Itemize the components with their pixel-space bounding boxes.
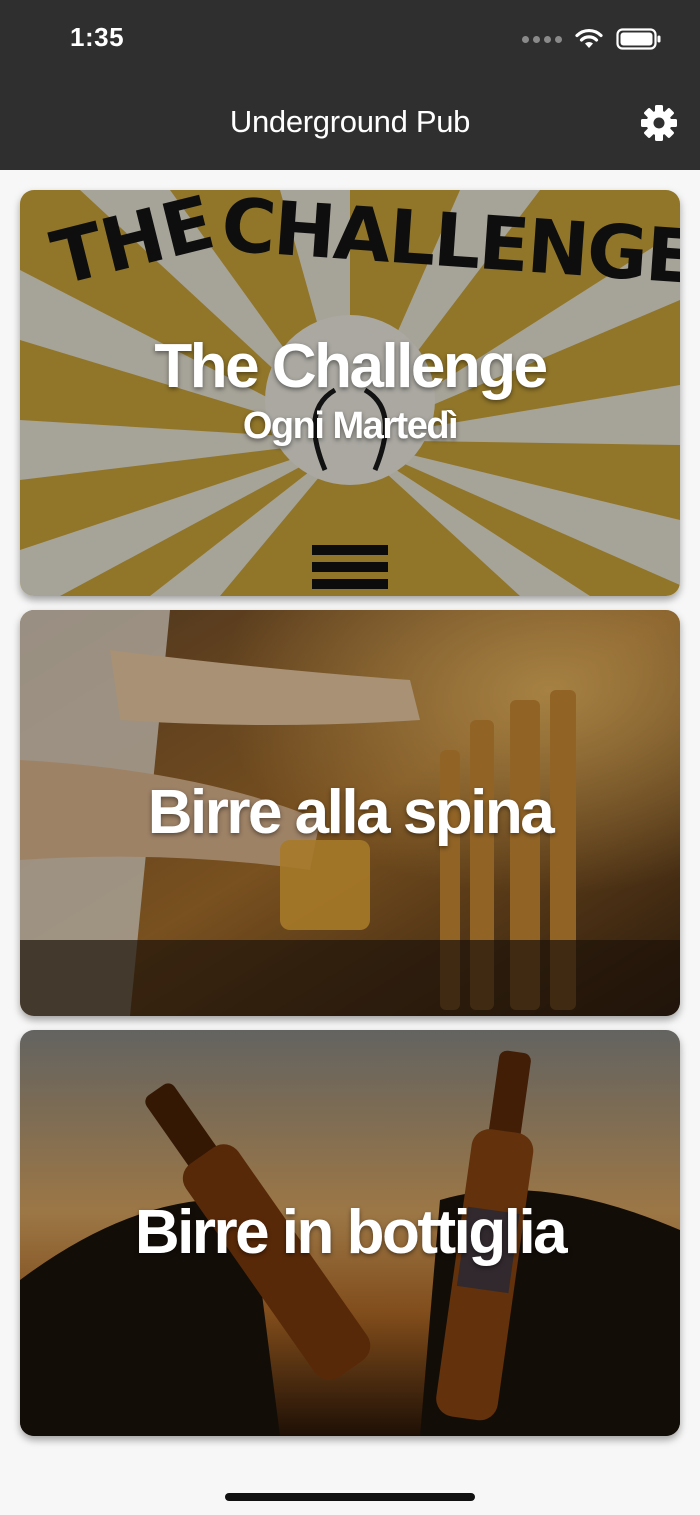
- card-text: The Challenge Ogni Martedì: [20, 190, 680, 596]
- page-title: Underground Pub: [229, 104, 471, 139]
- navigation-bar: Underground Pub: [0, 80, 700, 170]
- cellular-signal-icon: [522, 35, 562, 43]
- wifi-icon: [575, 28, 603, 48]
- settings-button[interactable]: [640, 104, 678, 142]
- card-title: The Challenge: [154, 332, 548, 401]
- content-area: THE CHALLENGE The Challenge Ogni Martedì: [0, 170, 700, 1515]
- card-subtitle: Ogni Martedì: [242, 405, 459, 448]
- bottled-beers-card[interactable]: Birre in bottiglia: [20, 1030, 680, 1436]
- draft-beers-card[interactable]: Birre alla spina: [20, 610, 680, 1016]
- status-bar: 1:35: [0, 0, 700, 80]
- gear-icon: [641, 105, 677, 141]
- card-title: Birre in bottiglia: [134, 1198, 568, 1268]
- card-text: Birre alla spina: [20, 610, 680, 1016]
- status-indicators: [522, 26, 662, 52]
- card-title: Birre alla spina: [147, 778, 555, 848]
- card-text: Birre in bottiglia: [20, 1030, 680, 1436]
- challenge-card[interactable]: THE CHALLENGE The Challenge Ogni Martedì: [20, 190, 680, 596]
- status-time: 1:35: [70, 22, 125, 52]
- home-indicator[interactable]: [225, 1493, 475, 1501]
- battery-icon: [616, 28, 661, 50]
